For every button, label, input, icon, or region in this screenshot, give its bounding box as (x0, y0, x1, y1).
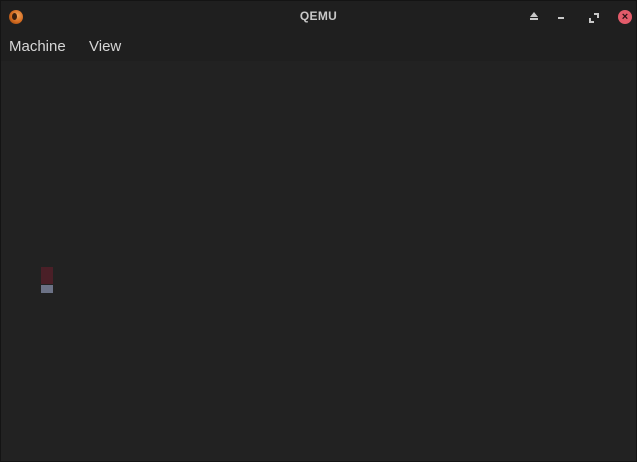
menu-view[interactable]: View (89, 38, 121, 55)
menubar: Machine View (1, 33, 636, 61)
close-button[interactable]: × (618, 10, 632, 24)
menu-machine[interactable]: Machine (9, 38, 66, 55)
eject-button[interactable] (527, 10, 541, 24)
vm-display[interactable] (1, 61, 636, 461)
qemu-window: QEMU × Machine View (0, 0, 637, 462)
minimize-button[interactable] (554, 10, 568, 24)
text-cursor-block (41, 267, 53, 284)
text-cursor-underline (41, 285, 53, 293)
titlebar[interactable]: QEMU × (1, 1, 636, 33)
maximize-button[interactable] (586, 10, 600, 24)
